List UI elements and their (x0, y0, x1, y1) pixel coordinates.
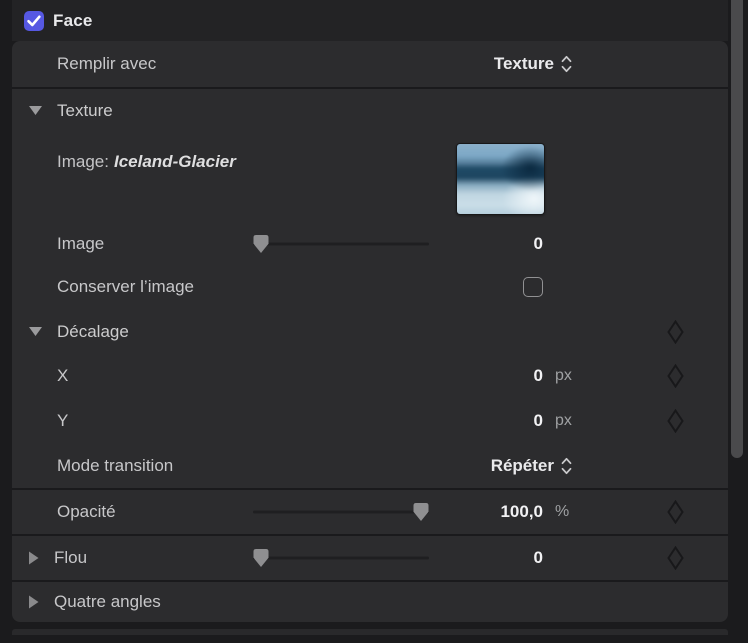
keyframe-diamond-decalage[interactable] (667, 320, 684, 344)
keyframe-diamond-opacite[interactable] (667, 500, 684, 524)
section-title: Face (53, 11, 93, 31)
opacite-unit: % (555, 503, 569, 521)
conserver-image-label: Conserver l’image (57, 277, 194, 297)
image-slider-label: Image (57, 234, 104, 254)
face-inspector-panel: Remplir avec Texture Texture Image:Icela… (12, 41, 728, 622)
slider-thumb-icon (413, 503, 429, 522)
keyframe-diamond-icon (667, 500, 684, 524)
flou-value[interactable]: 0 (534, 548, 543, 568)
scrollbar[interactable] (730, 0, 744, 643)
mode-transition-popup[interactable]: Répéter (491, 456, 572, 476)
glacier-thumbnail-image (456, 143, 545, 215)
slider-track[interactable] (253, 242, 429, 245)
fill-with-popup[interactable]: Texture (494, 54, 572, 74)
conserver-image-checkbox[interactable] (523, 277, 543, 297)
keyframe-diamond-icon (667, 320, 684, 344)
row-opacite: Opacité 100,0 % (12, 490, 728, 536)
row-quatre-angles: Quatre angles (12, 582, 728, 622)
row-y: Y 0 px (12, 398, 728, 443)
x-unit: px (555, 367, 572, 385)
face-enable-checkbox[interactable] (24, 11, 44, 31)
keyframe-diamond-flou[interactable] (667, 546, 684, 570)
texture-section-label: Texture (57, 101, 113, 121)
decalage-section-label: Décalage (57, 322, 129, 342)
row-image-well: Image:Iceland-Glacier (12, 133, 728, 222)
y-label: Y (57, 411, 68, 431)
fill-with-popup-value: Texture (494, 54, 554, 74)
keyframe-diamond-icon (667, 546, 684, 570)
opacite-label: Opacité (57, 502, 116, 522)
opacite-slider[interactable] (253, 503, 429, 522)
x-value[interactable]: 0 (534, 366, 543, 386)
chevron-up-down-icon (561, 55, 572, 73)
disclosure-triangle-texture[interactable] (29, 106, 42, 116)
row-mode-transition: Mode transition Répéter (12, 443, 728, 490)
row-decalage: Décalage (12, 309, 728, 354)
y-unit: px (555, 412, 572, 430)
face-header: Face (12, 0, 728, 41)
image-name: Iceland-Glacier (114, 152, 236, 171)
image-well-label: Image:Iceland-Glacier (57, 152, 236, 172)
slider-handle[interactable] (253, 549, 269, 568)
checkmark-icon (24, 11, 44, 31)
keyframe-diamond-icon (667, 409, 684, 433)
row-image-slider: Image 0 (12, 222, 728, 265)
x-label: X (57, 366, 68, 386)
slider-handle[interactable] (413, 503, 429, 522)
image-thumbnail-well[interactable] (456, 143, 545, 215)
slider-track[interactable] (253, 511, 429, 514)
slider-track[interactable] (253, 557, 429, 560)
disclosure-triangle-quatre-angles[interactable] (29, 596, 39, 609)
row-conserver-image: Conserver l’image (12, 265, 728, 309)
triangle-down-icon (29, 106, 42, 116)
keyframe-diamond-icon (667, 364, 684, 388)
flou-slider[interactable] (253, 549, 429, 568)
quatre-angles-label: Quatre angles (54, 592, 161, 612)
triangle-down-icon (29, 327, 42, 337)
remplir-avec-label: Remplir avec (57, 54, 156, 74)
slider-thumb-icon (253, 234, 269, 253)
chevron-up-down-icon (561, 457, 572, 475)
mode-transition-label: Mode transition (57, 456, 173, 476)
next-panel-edge (12, 629, 728, 635)
triangle-right-icon (29, 596, 39, 609)
mode-transition-popup-value: Répéter (491, 456, 554, 476)
image-slider[interactable] (253, 234, 429, 253)
scrollbar-thumb[interactable] (731, 0, 743, 458)
triangle-right-icon (29, 552, 39, 565)
disclosure-triangle-decalage[interactable] (29, 327, 42, 337)
row-x: X 0 px (12, 354, 728, 398)
row-remplir-avec: Remplir avec Texture (12, 41, 728, 89)
keyframe-diamond-y[interactable] (667, 409, 684, 433)
keyframe-diamond-x[interactable] (667, 364, 684, 388)
flou-label: Flou (54, 548, 87, 568)
opacite-value[interactable]: 100,0 (500, 502, 543, 522)
image-slider-value[interactable]: 0 (534, 234, 543, 254)
row-texture-header: Texture (12, 89, 728, 133)
row-flou: Flou 0 (12, 536, 728, 582)
disclosure-triangle-flou[interactable] (29, 552, 39, 565)
y-value[interactable]: 0 (534, 411, 543, 431)
slider-handle[interactable] (253, 234, 269, 253)
slider-thumb-icon (253, 549, 269, 568)
